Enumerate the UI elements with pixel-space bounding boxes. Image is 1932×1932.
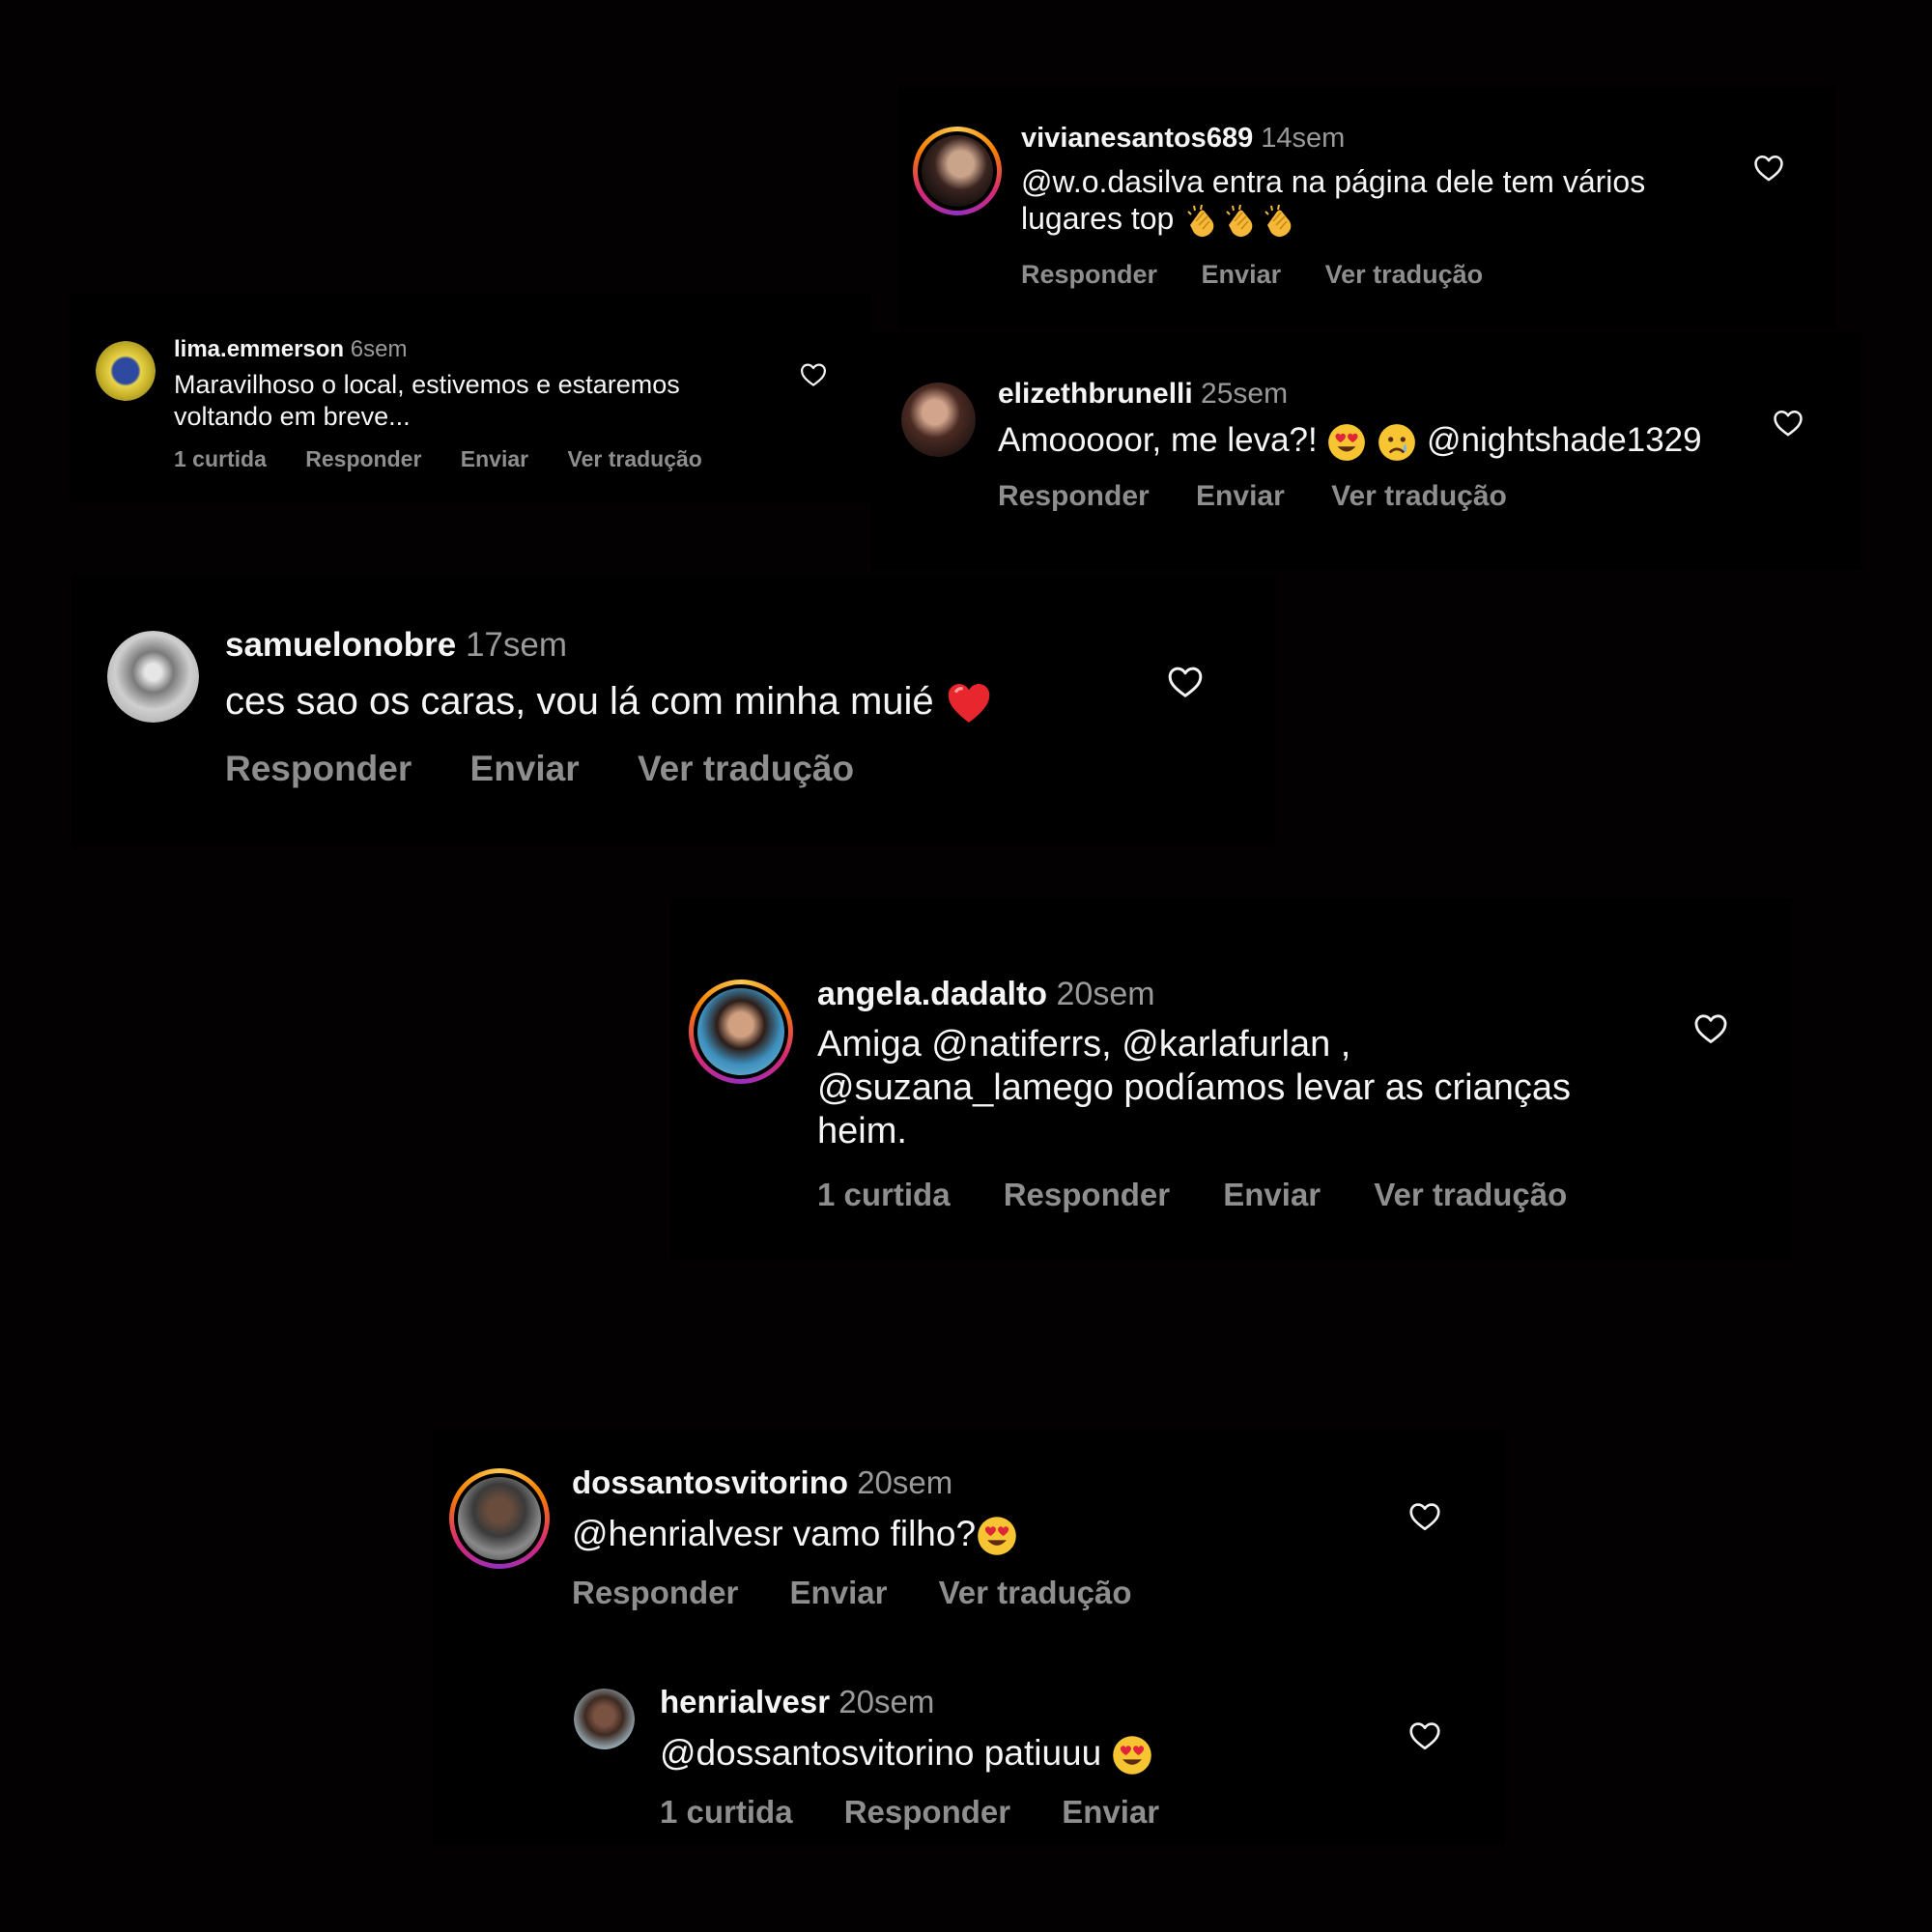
see-translation-button[interactable]: Ver tradução [1374,1177,1567,1213]
reply-button[interactable]: Responder [572,1575,738,1611]
clapping-hands-icon [1260,202,1298,241]
heart-icon[interactable] [1752,152,1785,185]
username[interactable]: samuelonobre [225,626,456,664]
comment-text: @dossantosvitorino patiuuu [660,1732,1336,1776]
heart-eyes-icon [976,1515,1018,1557]
avatar[interactable] [689,980,793,1084]
reply-button[interactable]: Responder [305,446,421,472]
reply-button[interactable]: Responder [225,749,412,789]
heart-icon[interactable] [1692,1010,1729,1047]
comment-text: Amiga @natiferrs, @karlafurlan , @suzana… [817,1024,1571,1151]
heart-icon[interactable] [1407,1499,1442,1534]
red-heart-icon [945,679,993,727]
avatar[interactable] [449,1468,550,1569]
comment-text: @henrialvesr vamo filho? [572,1513,1345,1557]
crying-face-icon [1377,422,1417,463]
see-translation-button[interactable]: Ver tradução [1325,260,1484,290]
send-button[interactable]: Enviar [1062,1794,1159,1831]
comment-text: Amooooor, me leva?! @nightshade1329 [998,420,1771,463]
reply-button[interactable]: Responder [998,480,1150,513]
heart-icon[interactable] [1166,663,1205,701]
avatar[interactable] [574,1689,635,1749]
send-button[interactable]: Enviar [1202,260,1282,290]
avatar[interactable] [96,341,156,401]
clapping-hands-icon [1182,202,1221,241]
likes-count[interactable]: 1 curtida [817,1177,951,1213]
see-translation-button[interactable]: Ver tradução [638,749,854,789]
likes-count[interactable]: 1 curtida [660,1794,793,1831]
see-translation-button[interactable]: Ver tradução [568,446,702,472]
username[interactable]: dossantosvitorino [572,1464,848,1500]
username[interactable]: lima.emmerson [174,336,344,362]
avatar[interactable] [107,631,199,723]
send-button[interactable]: Enviar [1223,1177,1321,1213]
timestamp: 6sem [350,336,408,362]
timestamp: 14sem [1261,123,1346,154]
timestamp: 17sem [465,626,568,664]
timestamp: 20sem [857,1464,953,1500]
username[interactable]: vivianesantos689 [1021,123,1253,154]
comment-text: ces sao os caras, vou lá com minha muié [225,678,1094,727]
heart-icon[interactable] [1772,407,1804,440]
timestamp: 25sem [1201,378,1289,410]
likes-count[interactable]: 1 curtida [174,446,267,472]
username[interactable]: henrialvesr [660,1684,830,1719]
reply-button[interactable]: Responder [844,1794,1010,1831]
avatar[interactable] [901,383,976,457]
heart-eyes-icon [1326,422,1367,463]
send-button[interactable]: Enviar [461,446,528,472]
heart-icon[interactable] [799,360,828,389]
reply-button[interactable]: Responder [1004,1177,1170,1213]
heart-icon[interactable] [1407,1719,1442,1753]
username[interactable]: angela.dadalto [817,976,1047,1012]
username[interactable]: elizethbrunelli [998,378,1193,410]
comment-text: @w.o.dasilva entra na página dele tem vá… [1021,163,1688,241]
comment-text: Maravilhoso o local, estivemos e estarem… [174,370,680,431]
timestamp: 20sem [1056,976,1155,1012]
timestamp: 20sem [838,1684,935,1719]
see-translation-button[interactable]: Ver tradução [1331,480,1507,513]
clapping-hands-icon [1221,202,1260,241]
see-translation-button[interactable]: Ver tradução [939,1575,1132,1611]
send-button[interactable]: Enviar [470,749,580,789]
heart-eyes-icon [1111,1734,1153,1776]
send-button[interactable]: Enviar [1196,480,1285,513]
send-button[interactable]: Enviar [790,1575,888,1611]
avatar[interactable] [913,127,1002,215]
reply-button[interactable]: Responder [1021,260,1157,290]
